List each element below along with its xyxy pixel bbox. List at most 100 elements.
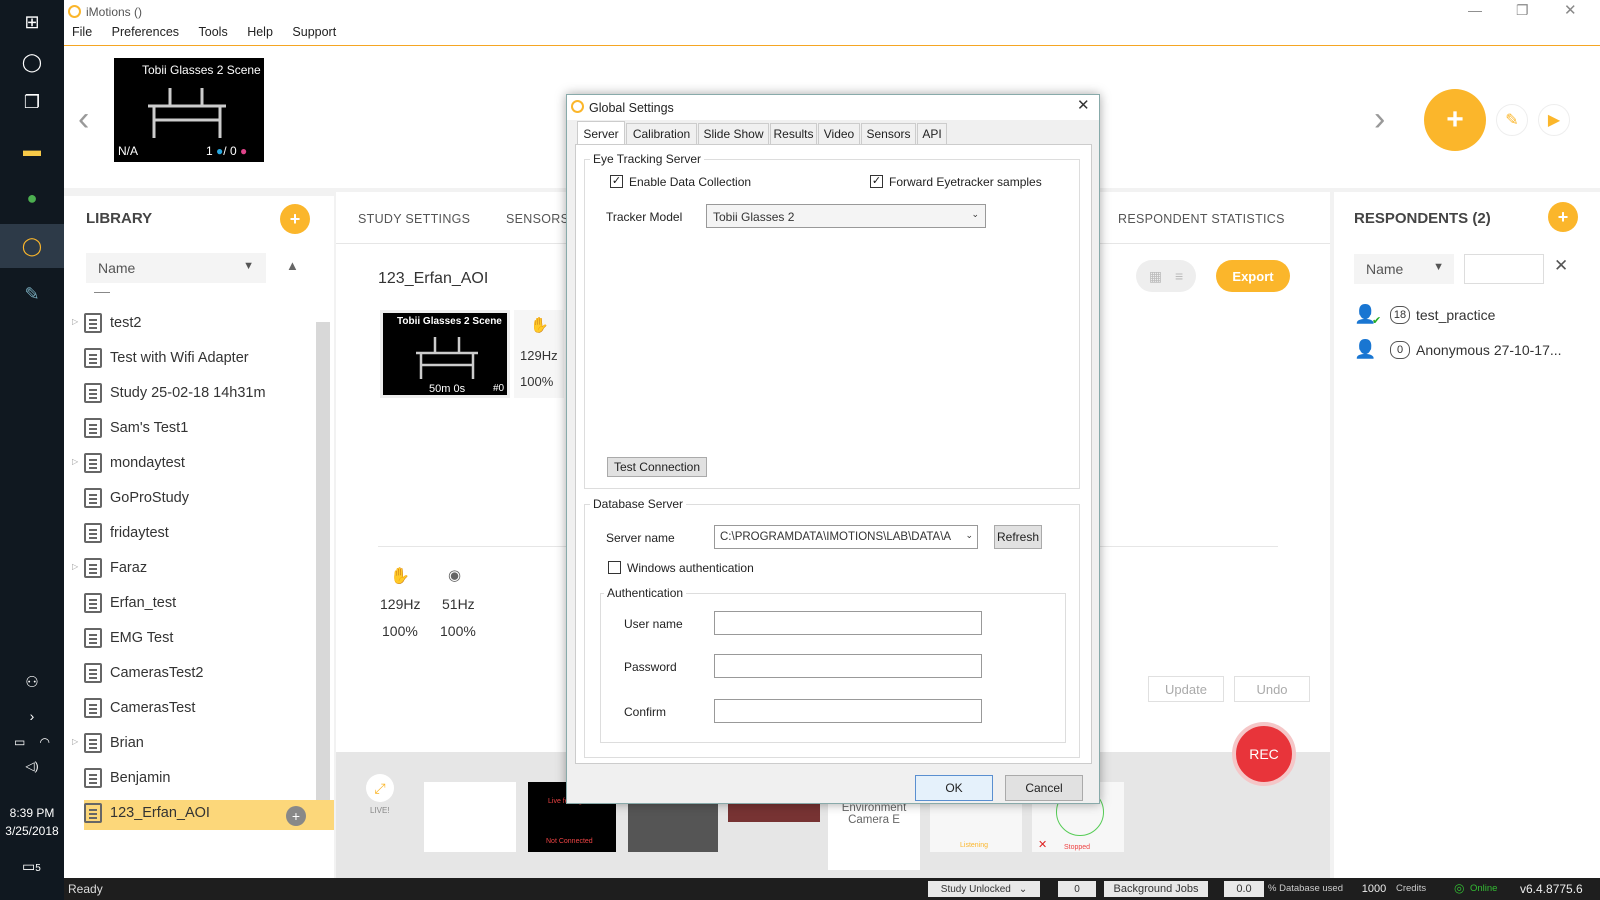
tab-sensors[interactable]: SENSORS: [506, 212, 569, 226]
confirm-input[interactable]: [714, 699, 982, 723]
tracker-model-select[interactable]: Tobii Glasses 2 ⌄: [706, 204, 986, 228]
play-icon[interactable]: ▶: [1538, 104, 1570, 136]
record-button[interactable]: REC: [1232, 722, 1296, 786]
clear-search-icon[interactable]: ✕: [1554, 256, 1568, 276]
tab-results[interactable]: Results: [770, 123, 817, 144]
update-button[interactable]: Update: [1148, 676, 1224, 702]
respondent-search-input[interactable]: [1464, 254, 1544, 284]
library-scrollbar[interactable]: [316, 322, 330, 818]
study-name: Faraz: [110, 560, 148, 576]
study-item[interactable]: Faraz: [84, 551, 147, 585]
expand-icon[interactable]: ▷: [72, 317, 78, 326]
list-view-icon[interactable]: ≡: [1175, 268, 1183, 284]
expand-icon[interactable]: ▷: [72, 562, 78, 571]
scene-card[interactable]: Tobii Glasses 2 Scene 50m 0s #0: [380, 310, 510, 398]
menu-help[interactable]: Help: [247, 25, 273, 39]
menu-tools[interactable]: Tools: [199, 25, 228, 39]
tab-slide-show[interactable]: Slide Show: [698, 123, 769, 144]
respondent-item[interactable]: 👤 ✔ 18 test_practice: [1354, 302, 1594, 330]
scene-thumbnail[interactable]: Tobii Glasses 2 Scene N/A 1 ●/ 0 ●: [114, 58, 264, 162]
library-sort-select[interactable]: Name ▼: [86, 253, 266, 283]
tab-api[interactable]: API: [917, 123, 947, 144]
live-preview-blank[interactable]: [424, 782, 516, 852]
cortana-icon[interactable]: ◯: [0, 40, 64, 84]
windows-start-icon[interactable]: ⊞: [0, 0, 64, 44]
study-name: test2: [110, 315, 142, 331]
restore-icon[interactable]: ❐: [1516, 2, 1529, 19]
user-name-input[interactable]: [714, 611, 982, 635]
study-item[interactable]: test2: [84, 306, 141, 340]
background-jobs-button[interactable]: Background Jobs: [1104, 881, 1208, 897]
undo-button[interactable]: Undo: [1234, 676, 1310, 702]
study-item[interactable]: Benjamin: [84, 761, 170, 795]
sort-direction-icon[interactable]: ▲: [286, 258, 299, 273]
tab-respondent-statistics[interactable]: RESPONDENT STATISTICS: [1118, 212, 1285, 226]
expand-live-icon[interactable]: ⤢: [366, 774, 394, 802]
study-item[interactable]: Erfan_test: [84, 586, 176, 620]
tab-server[interactable]: Server: [577, 121, 625, 145]
clipboard-icon: [84, 558, 102, 578]
imotions-taskbar-icon[interactable]: ◯: [0, 224, 64, 268]
clipboard-icon: [84, 523, 102, 543]
file-explorer-icon[interactable]: ▬: [0, 128, 64, 172]
paint-icon[interactable]: ✎: [0, 272, 64, 316]
test-connection-button[interactable]: Test Connection: [607, 457, 707, 477]
study-item[interactable]: Brian: [84, 726, 144, 760]
chrome-icon[interactable]: ●: [0, 176, 64, 220]
scene-thumb-count: 1 ●/ 0 ●: [206, 144, 247, 158]
password-input[interactable]: [714, 654, 982, 678]
add-study-button[interactable]: +: [280, 204, 310, 234]
windows-auth-checkbox[interactable]: [608, 561, 621, 574]
study-item-selected[interactable]: 123_Erfan_AOI: [84, 796, 210, 830]
volume-icon[interactable]: ◁): [0, 744, 64, 788]
clipboard-icon: [84, 418, 102, 438]
respondents-sort-select[interactable]: Name ▼: [1354, 254, 1454, 284]
enable-data-checkbox[interactable]: ✓: [610, 175, 623, 188]
study-item[interactable]: mondaytest: [84, 446, 185, 480]
clock-date[interactable]: 3/25/2018: [0, 824, 64, 838]
prev-stimulus-icon[interactable]: ‹: [78, 100, 89, 139]
tab-video[interactable]: Video: [818, 123, 860, 144]
edit-stimulus-icon[interactable]: ✎: [1496, 104, 1528, 136]
tab-sensors-dialog[interactable]: Sensors: [861, 123, 916, 144]
menu-support[interactable]: Support: [292, 25, 336, 39]
tab-calibration[interactable]: Calibration: [626, 123, 697, 144]
expand-icon[interactable]: ▷: [72, 737, 78, 746]
refresh-button[interactable]: Refresh: [994, 525, 1042, 549]
add-respondent-button[interactable]: +: [1548, 202, 1578, 232]
study-item[interactable]: Study 25-02-18 14h31m: [84, 376, 266, 410]
clipboard-icon: [84, 348, 102, 368]
notification-icon[interactable]: ▭5: [22, 858, 41, 875]
expand-icon[interactable]: ▷: [72, 457, 78, 466]
study-item[interactable]: Test with Wifi Adapter: [84, 341, 249, 375]
study-item[interactable]: EMG Test: [84, 621, 173, 655]
grid-view-icon[interactable]: ▦: [1149, 268, 1162, 285]
cancel-button[interactable]: Cancel: [1005, 775, 1083, 801]
dialog-close-icon[interactable]: ✕: [1077, 96, 1090, 114]
forward-samples-checkbox[interactable]: ✓: [870, 175, 883, 188]
study-lock-select[interactable]: Study Unlocked ⌄: [928, 881, 1040, 897]
close-window-icon[interactable]: ✕: [1564, 1, 1577, 19]
study-item[interactable]: CamerasTest: [84, 691, 195, 725]
server-name-select[interactable]: C:\PROGRAMDATA\IMOTIONS\LAB\DATA\A ⌄: [714, 525, 978, 549]
add-stimulus-button[interactable]: +: [1424, 89, 1486, 151]
view-toggle[interactable]: ▦ ≡: [1136, 260, 1196, 292]
study-add-icon[interactable]: +: [286, 806, 306, 826]
respondent-item[interactable]: 👤 0 Anonymous 27-10-17...: [1354, 337, 1594, 365]
dropdown-arrow-icon: ⌄: [971, 209, 979, 219]
task-view-icon[interactable]: ❐: [0, 80, 64, 124]
clock-time[interactable]: 8:39 PM: [0, 806, 64, 820]
study-item[interactable]: fridaytest: [84, 516, 169, 550]
study-item[interactable]: GoProStudy: [84, 481, 189, 515]
ok-button[interactable]: OK: [915, 775, 993, 801]
tab-study-settings[interactable]: STUDY SETTINGS: [358, 212, 470, 226]
sensor-pct-1: 100%: [382, 623, 418, 639]
study-item[interactable]: Sam's Test1: [84, 411, 188, 445]
next-stimulus-icon[interactable]: ›: [1374, 100, 1385, 139]
menu-preferences[interactable]: Preferences: [112, 25, 179, 39]
study-item[interactable]: CamerasTest2: [84, 656, 203, 690]
minimize-icon[interactable]: —: [1468, 2, 1482, 18]
menu-file[interactable]: File: [72, 25, 92, 39]
app-logo-icon: [68, 5, 81, 18]
export-button[interactable]: Export: [1216, 260, 1290, 292]
